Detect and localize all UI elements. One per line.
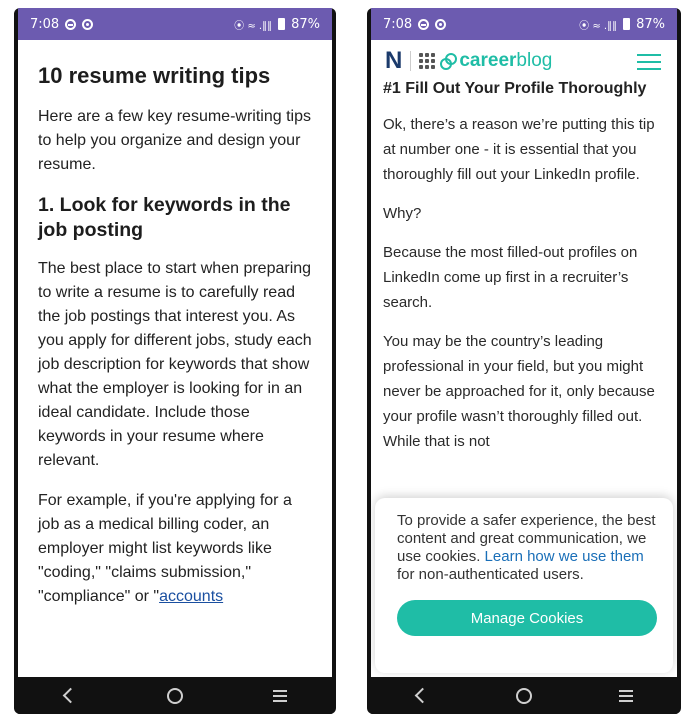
brand-rest: blog [516, 50, 553, 71]
site-header: N careerblog [371, 40, 677, 82]
back-button[interactable] [50, 684, 90, 708]
status-time: 7:08 [30, 16, 60, 32]
home-icon [516, 687, 532, 704]
right-phone: 7:08 ⦿ ≈ .∥∥ 87% N careerblog #1 Fill Ou… [367, 8, 681, 714]
battery-icon [278, 18, 286, 30]
article-screen[interactable]: 10 resume writing tips Here are a few ke… [18, 40, 332, 677]
blog-paragraph: You may be the country’s leading profess… [383, 333, 655, 450]
article-intro: Here are a few key resume-writing tips t… [38, 107, 311, 173]
status-bar: 7:08 ⦿ ≈ .∥∥ 87% [371, 8, 677, 40]
back-icon [62, 687, 79, 704]
status-left: 7:08 [383, 16, 447, 32]
status-bar: 7:08 ⦿ ≈ .∥∥ 87% [18, 8, 332, 40]
status-sync-icon [418, 18, 430, 30]
home-icon [166, 687, 183, 704]
accounts-link[interactable]: accounts [159, 588, 223, 605]
article-body: 10 resume writing tips Here are a few ke… [18, 40, 332, 609]
cookie-message: To provide a safer experience, the best … [397, 512, 657, 584]
left-phone: 7:08 ⦿ ≈ .∥∥ 87% 10 resume writing tips … [14, 8, 336, 714]
brand-bold: career [459, 50, 517, 71]
signal-icon: ⦿ ≈ .∥∥ [579, 20, 618, 32]
status-privacy-icon [82, 18, 94, 30]
article-paragraph-example: For example, if you're applying for a jo… [38, 489, 312, 609]
blog-screen[interactable]: N careerblog #1 Fill Out Your Profile Th… [371, 40, 677, 677]
android-nav-bar [371, 677, 677, 714]
section-heading: 1. Look for keywords in the job posting [38, 193, 291, 241]
recents-button[interactable] [606, 684, 646, 708]
recents-icon [272, 689, 287, 702]
logo-divider [410, 51, 412, 71]
status-sync-icon [65, 18, 77, 30]
status-time: 7:08 [383, 16, 413, 32]
blog-heading: #1 Fill Out Your Profile Thoroughly [383, 80, 647, 97]
signal-icon: ⦿ ≈ .∥∥ [234, 20, 273, 32]
careerblog-logo-icon [440, 53, 458, 70]
home-button[interactable] [504, 684, 544, 708]
article-title: 10 resume writing tips [38, 63, 271, 88]
status-left: 7:08 [30, 16, 94, 32]
blog-body: #1 Fill Out Your Profile Thoroughly Ok, … [371, 80, 677, 454]
cookie-banner: To provide a safer experience, the best … [375, 498, 673, 673]
cookie-learn-link[interactable]: Learn how we use them [485, 548, 644, 565]
battery-percent: 87% [636, 16, 665, 32]
cookie-text-end: for non-authenticated users. [397, 566, 584, 583]
grid-apps-icon[interactable] [419, 53, 436, 69]
blog-paragraph: Why? [383, 205, 422, 222]
status-privacy-icon [435, 18, 447, 30]
recents-icon [619, 689, 633, 702]
back-icon [414, 687, 430, 704]
article-paragraph: The best place to start when preparing t… [38, 260, 312, 470]
site-logo[interactable]: N [385, 47, 402, 75]
blog-paragraph: Ok, there’s a reason we’re putting this … [383, 116, 655, 183]
manage-cookies-button[interactable]: Manage Cookies [397, 600, 657, 636]
android-nav-bar [18, 677, 332, 714]
status-right: ⦿ ≈ .∥∥ 87% [234, 17, 320, 32]
battery-percent: 87% [291, 16, 320, 32]
status-right: ⦿ ≈ .∥∥ 87% [579, 17, 665, 32]
battery-icon [623, 18, 631, 30]
hamburger-menu-icon[interactable] [637, 54, 661, 70]
home-button[interactable] [155, 684, 195, 708]
blog-paragraph: Because the most filled-out profiles on … [383, 244, 638, 311]
back-button[interactable] [402, 684, 442, 708]
recents-button[interactable] [260, 684, 300, 708]
careerblog-logo[interactable]: careerblog [459, 50, 552, 72]
